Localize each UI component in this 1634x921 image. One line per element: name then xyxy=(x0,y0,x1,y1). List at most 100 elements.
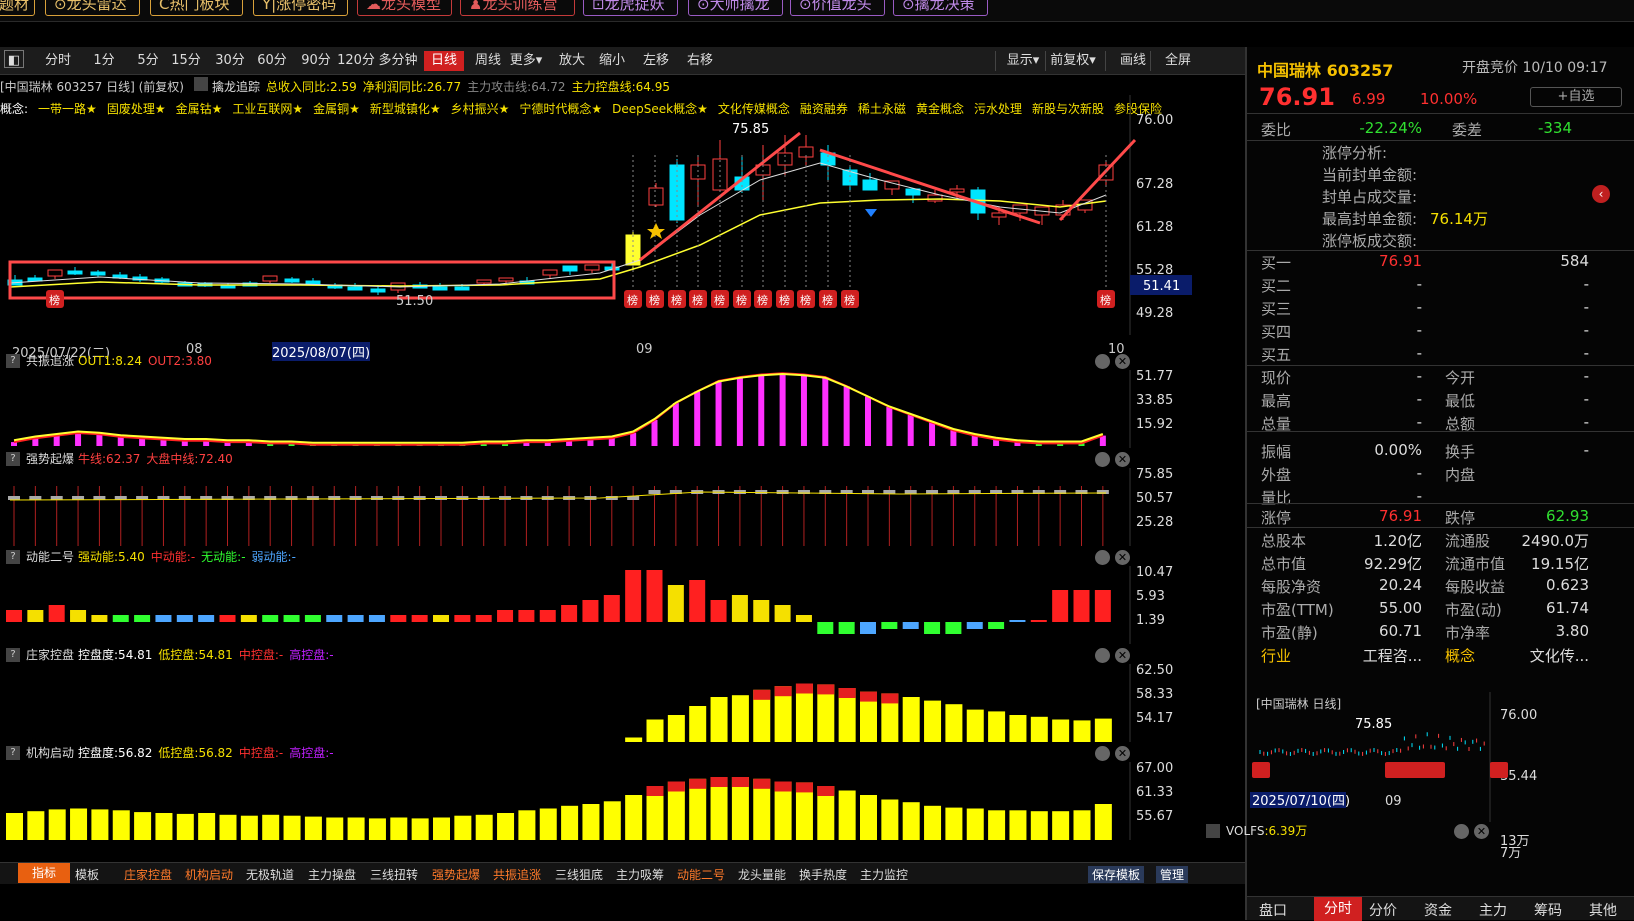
panel-value: 控盘度:54.81 xyxy=(78,648,153,662)
top-button-5[interactable]: ♟龙头训练营 xyxy=(460,0,575,16)
top-button-7[interactable]: ⊙大师擒龙 xyxy=(688,0,783,16)
energy-bar xyxy=(710,600,727,622)
close-icon[interactable]: ✕ xyxy=(1115,550,1130,565)
mini-date: 2025/07/10(四) xyxy=(1252,794,1350,809)
help-icon[interactable]: ? xyxy=(6,648,20,662)
period-button-5[interactable]: 60分 xyxy=(252,51,292,71)
top-button-1[interactable]: ⊙龙头雷达 xyxy=(45,0,140,16)
help-icon[interactable]: ? xyxy=(6,550,20,564)
collapse-icon[interactable]: ◧ xyxy=(4,50,24,68)
osc-bar xyxy=(886,407,893,446)
right-tab-3[interactable]: 资金 xyxy=(1424,900,1452,920)
top-button-3[interactable]: Y|涨停密码 xyxy=(253,0,348,16)
energy-bar xyxy=(753,600,770,622)
y-axis-label: 76.00 xyxy=(1136,113,1173,128)
indicator-tab-12[interactable]: 龙头量能 xyxy=(738,866,786,883)
indicator-tab-7[interactable]: 强势起爆 xyxy=(432,866,480,883)
top-button-2[interactable]: C热门板块 xyxy=(150,0,243,16)
help-icon[interactable]: ? xyxy=(6,452,20,466)
indicator-chart-4[interactable]: 67.00 61.33 55.67 xyxy=(0,762,1245,840)
indicator-tab-1[interactable]: 模板 xyxy=(75,866,99,883)
period-button-2[interactable]: 5分 xyxy=(128,51,168,71)
period-button-14[interactable]: 左移 xyxy=(636,51,676,71)
period-button-15[interactable]: 右移 xyxy=(680,51,720,71)
indicator-tab-13[interactable]: 换手热度 xyxy=(799,866,847,883)
top-button-4[interactable]: ☁龙头模型 xyxy=(357,0,452,16)
top-button-8[interactable]: ⊙价值龙头 xyxy=(790,0,885,16)
period-button-11[interactable]: 更多▾ xyxy=(506,51,546,71)
period-button-1[interactable]: 1分 xyxy=(84,51,124,71)
gear-icon[interactable] xyxy=(1095,746,1110,761)
top-button-0[interactable]: 题材 xyxy=(0,0,35,16)
toolbar-right-0[interactable]: 显示▾ xyxy=(995,51,1050,71)
control-bar xyxy=(176,813,194,840)
right-tab-2[interactable]: 分价 xyxy=(1369,900,1397,920)
period-button-10[interactable]: 周线 xyxy=(468,51,508,71)
close-icon[interactable]: ✕ xyxy=(1115,746,1130,761)
indicator-tab-6[interactable]: 三线扭转 xyxy=(370,866,418,883)
gear-icon[interactable] xyxy=(1095,648,1110,663)
add-watchlist-button[interactable]: +自选 xyxy=(1530,87,1622,107)
gear-icon[interactable] xyxy=(1454,824,1469,839)
indicator-chart-3[interactable]: 62.50 58.33 54.17 xyxy=(0,664,1245,742)
indicator-tab-11[interactable]: 动能二号 xyxy=(677,866,725,883)
period-button-6[interactable]: 90分 xyxy=(296,51,336,71)
control-top xyxy=(774,686,792,697)
indicator-tab-3[interactable]: 机构启动 xyxy=(185,866,233,883)
control-bar xyxy=(1073,720,1091,742)
indicator-chart-2[interactable]: 10.47 5.93 1.39 xyxy=(0,566,1245,644)
period-button-4[interactable]: 30分 xyxy=(210,51,250,71)
right-tab-1[interactable]: 分时 xyxy=(1314,897,1362,921)
candle-body xyxy=(305,280,321,285)
help-icon[interactable]: ? xyxy=(6,354,20,368)
gear-icon[interactable] xyxy=(1095,354,1110,369)
right-tab-0[interactable]: 盘口 xyxy=(1259,900,1287,920)
help-icon[interactable]: ? xyxy=(6,746,20,760)
top-button-6[interactable]: ⊡龙虎捉妖 xyxy=(583,0,678,16)
indicator-tab-14[interactable]: 主力监控 xyxy=(860,866,908,883)
gear-icon[interactable] xyxy=(1095,550,1110,565)
right-tab-6[interactable]: 其他 xyxy=(1589,900,1617,920)
period-button-8[interactable]: 多分钟 xyxy=(378,51,418,71)
help-icon[interactable] xyxy=(193,77,208,91)
indicator-chart-0[interactable]: 51.77 33.85 15.92 xyxy=(0,370,1245,448)
close-icon[interactable]: ✕ xyxy=(1115,648,1130,663)
control-bar xyxy=(1009,810,1027,840)
indicator-tab-0[interactable]: 指标 xyxy=(18,863,71,883)
indicator-tab-4[interactable]: 无极轨道 xyxy=(246,866,294,883)
main-candlestick-chart[interactable]: 76.0067.2861.2855.2849.2875.8551.5051.41… xyxy=(0,95,1245,335)
help-icon[interactable] xyxy=(1206,824,1220,838)
toolbar-right-1[interactable]: 前复权▾ xyxy=(1045,51,1100,71)
control-bar xyxy=(411,818,429,840)
close-icon[interactable]: ✕ xyxy=(1115,452,1130,467)
bottom-right-button-0[interactable]: 保存模板 xyxy=(1088,866,1145,883)
control-bar xyxy=(70,808,88,840)
period-button-0[interactable]: 分时 xyxy=(38,51,78,71)
indicator-chart-1[interactable]: 75.85 50.57 25.28 xyxy=(0,468,1245,546)
indicator-tab-5[interactable]: 主力操盘 xyxy=(308,866,356,883)
period-button-9[interactable]: 日线 xyxy=(424,51,464,71)
collapse-icon[interactable]: ‹ xyxy=(1592,185,1610,203)
energy-bar xyxy=(219,615,236,622)
period-button-13[interactable]: 缩小 xyxy=(592,51,632,71)
gear-icon[interactable] xyxy=(1095,452,1110,467)
top-button-9[interactable]: ⊙擒龙决策 xyxy=(893,0,988,16)
indicator-tab-2[interactable]: 庄家控盘 xyxy=(124,866,172,883)
bottom-right-button-1[interactable]: 管理 xyxy=(1156,866,1189,883)
candle-body xyxy=(648,187,664,206)
bull-line xyxy=(9,491,1107,501)
right-tab-4[interactable]: 主力 xyxy=(1479,900,1507,920)
indicator-tab-10[interactable]: 主力吸筹 xyxy=(616,866,664,883)
indicator-tab-9[interactable]: 三线狙底 xyxy=(555,866,603,883)
close-icon[interactable]: ✕ xyxy=(1474,824,1489,839)
mini-chart[interactable]: [中国瑞林 日线]76.0035.4475.852025/07/10(四) 09 xyxy=(1250,692,1550,822)
toolbar-right-3[interactable]: 全屏 xyxy=(1150,51,1205,71)
right-tab-5[interactable]: 筹码 xyxy=(1534,900,1562,920)
period-button-7[interactable]: 120分 xyxy=(336,51,376,71)
control-bar xyxy=(112,810,130,840)
close-icon[interactable]: ✕ xyxy=(1115,354,1130,369)
osc-bar xyxy=(75,433,82,446)
period-button-12[interactable]: 放大 xyxy=(552,51,592,71)
indicator-tab-8[interactable]: 共振追涨 xyxy=(493,866,541,883)
period-button-3[interactable]: 15分 xyxy=(166,51,206,71)
